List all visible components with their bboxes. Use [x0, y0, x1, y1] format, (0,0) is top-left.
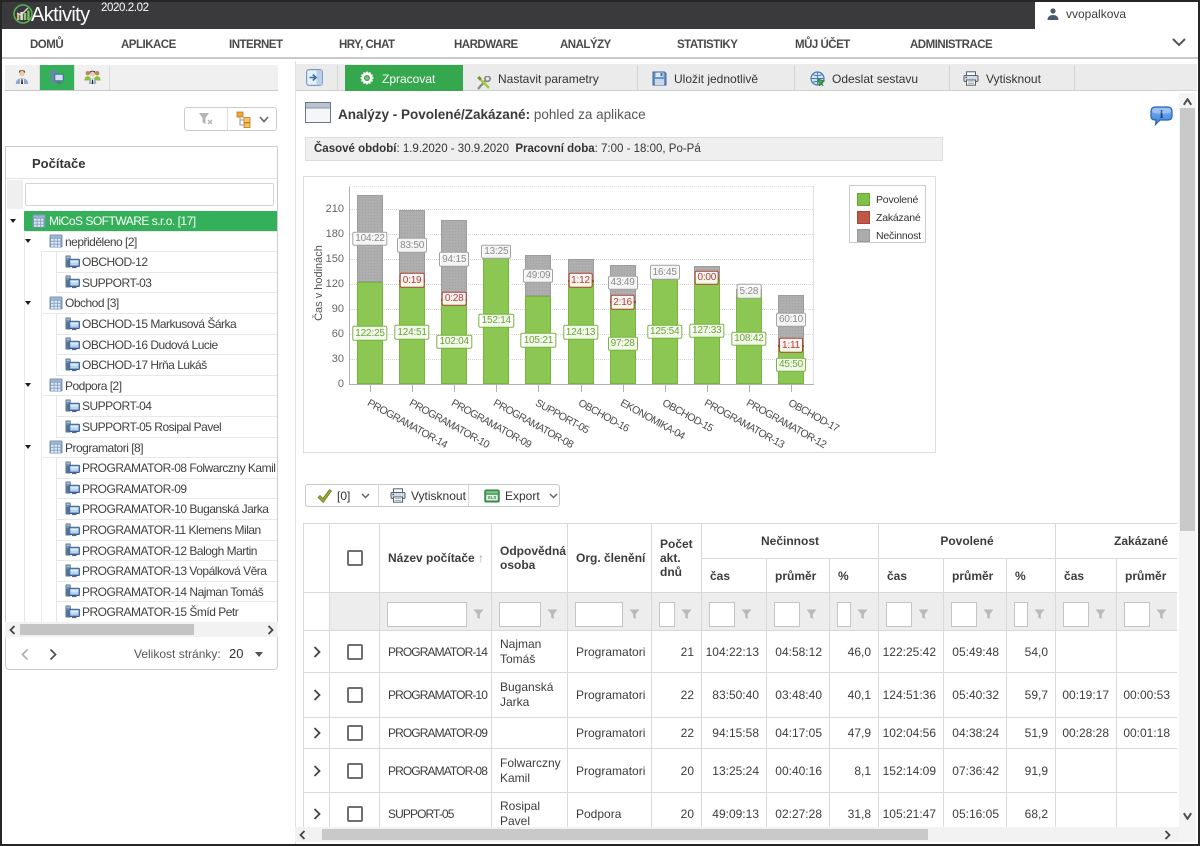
svg-text:XLS: XLS [488, 495, 497, 500]
